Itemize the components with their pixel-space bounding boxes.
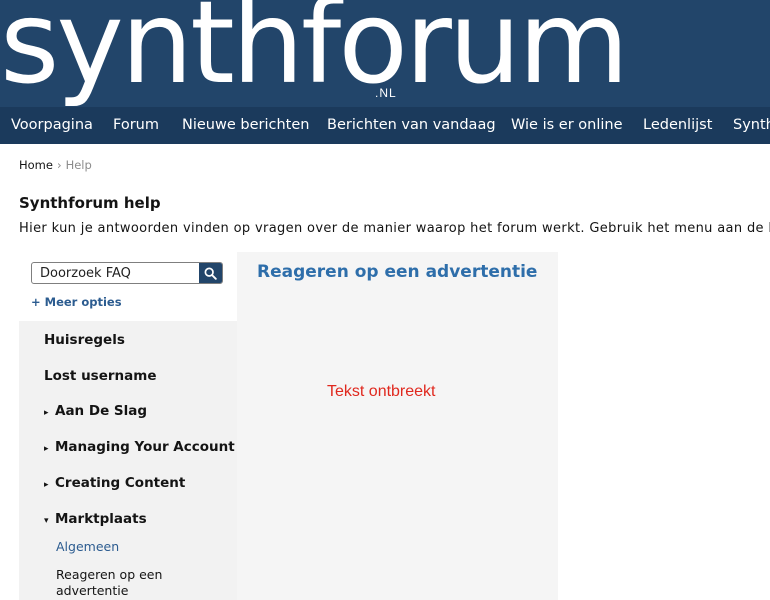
sidebar-item-label: Aan De Slag: [55, 403, 148, 419]
nav-item-wie-is-er-online[interactable]: Wie is er online: [511, 107, 623, 144]
faq-sidebar: Huisregels Lost username ▸ Aan De Slag ▸ M…: [19, 321, 237, 600]
sidebar-item-aan-de-slag[interactable]: ▸ Aan De Slag: [44, 403, 147, 419]
site-header: synthforum .NL: [0, 0, 770, 107]
sidebar-item-label: Huisregels: [44, 332, 125, 348]
content-title: Reageren op een advertentie: [257, 262, 538, 282]
site-logo[interactable]: synthforum: [0, 0, 629, 100]
triangle-right-icon: ▸: [44, 444, 49, 454]
page-intro: Hier kun je antwoorden vinden op vragen …: [19, 221, 770, 236]
search-icon: [204, 267, 217, 280]
sidebar-item-managing-your-account[interactable]: ▸ Managing Your Account: [44, 439, 235, 455]
missing-text-notice: Tekst ontbreekt: [327, 383, 436, 400]
breadcrumb-separator: ›: [56, 158, 62, 172]
sidebar-item-marktplaats[interactable]: ▾ Marktplaats: [44, 511, 147, 527]
sidebar-item-label: Lost username: [44, 368, 157, 384]
nav-item-ledenlijst[interactable]: Ledenlijst: [643, 107, 712, 144]
faq-search-box: [31, 262, 223, 284]
breadcrumb-home[interactable]: Home: [19, 158, 53, 172]
nav-item-voorpagina[interactable]: Voorpagina: [11, 107, 93, 144]
nav-item-synth[interactable]: Synth: [733, 107, 770, 144]
faq-search-input[interactable]: [32, 263, 208, 283]
triangle-right-icon: ▸: [44, 480, 49, 490]
main-navbar: Voorpagina Forum Nieuwe berichten Berich…: [0, 107, 770, 144]
sidebar-item-huisregels[interactable]: Huisregels: [44, 332, 125, 348]
sidebar-item-label: Creating Content: [55, 475, 186, 491]
nav-item-forum[interactable]: Forum: [113, 107, 159, 144]
sidebar-item-lost-username[interactable]: Lost username: [44, 368, 156, 384]
breadcrumb-current: Help: [65, 158, 92, 172]
sidebar-item-label: Marktplaats: [55, 511, 147, 527]
sidebar-subitem-reageren-line2[interactable]: advertentie: [56, 583, 128, 598]
page-title: Synthforum help: [19, 194, 161, 212]
triangle-right-icon: ▸: [44, 408, 49, 418]
nav-item-berichten-van-vandaag[interactable]: Berichten van vandaag: [327, 107, 496, 144]
site-logo-tld: .NL: [375, 86, 397, 100]
nav-item-nieuwe-berichten[interactable]: Nieuwe berichten: [182, 107, 309, 144]
sidebar-subitem-reageren-line1[interactable]: Reageren op een: [56, 567, 162, 582]
faq-search-button[interactable]: [199, 263, 222, 283]
more-options-link[interactable]: + Meer opties: [31, 295, 122, 309]
sidebar-item-label: Managing Your Account: [55, 439, 235, 455]
faq-content-panel: Reageren op een advertentie Tekst ontbre…: [237, 252, 558, 600]
triangle-down-icon: ▾: [44, 516, 49, 526]
sidebar-item-creating-content[interactable]: ▸ Creating Content: [44, 475, 185, 491]
breadcrumb: Home › Help: [19, 158, 92, 172]
sidebar-subitem-algemeen[interactable]: Algemeen: [56, 539, 119, 554]
